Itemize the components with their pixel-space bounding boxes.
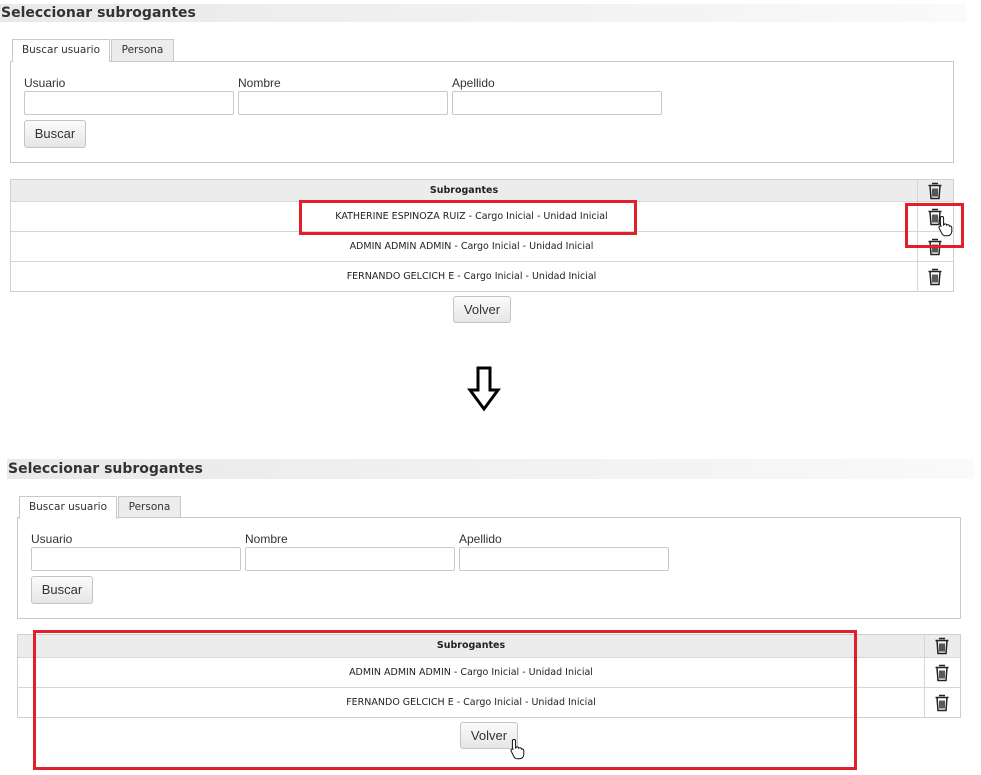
table-row: FERNANDO GELCICH E - Cargo Inicial - Uni… [18,688,960,718]
row-text: ADMIN ADMIN ADMIN - Cargo Inicial - Unid… [18,658,925,687]
nombre-input[interactable] [245,547,455,571]
trash-icon[interactable] [927,238,943,256]
trash-icon[interactable] [927,208,943,226]
tab-buscar-usuario[interactable]: Buscar usuario [12,39,110,62]
nombre-label: Nombre [245,532,288,546]
highlight-box [33,630,857,770]
trash-icon[interactable] [934,637,950,655]
buscar-button[interactable]: Buscar [31,576,93,604]
trash-icon[interactable] [934,694,950,712]
panel-title: Seleccionar subrogantes [0,4,966,22]
trash-icon[interactable] [927,268,943,286]
usuario-label: Usuario [31,532,73,546]
subrogantes-grid: Subrogantes KATHERINE ESPINOZA RUIZ - Ca… [10,179,954,292]
row-text: ADMIN ADMIN ADMIN - Cargo Inicial - Unid… [11,232,918,261]
trash-icon[interactable] [934,664,950,682]
usuario-label: Usuario [24,76,66,90]
arrow-down-icon [467,366,501,412]
panel-title: Seleccionar subrogantes [7,459,974,479]
table-row: FERNANDO GELCICH E - Cargo Inicial - Uni… [11,262,953,292]
apellido-label: Apellido [459,532,502,546]
nombre-label: Nombre [238,76,281,90]
tab-persona[interactable]: Persona [111,39,174,61]
tab-buscar-usuario[interactable]: Buscar usuario [19,496,117,519]
usuario-input[interactable] [31,547,241,571]
usuario-input[interactable] [24,91,234,115]
trash-icon[interactable] [927,182,943,200]
table-row: ADMIN ADMIN ADMIN - Cargo Inicial - Unid… [11,232,953,262]
row-text: KATHERINE ESPINOZA RUIZ - Cargo Inicial … [11,202,918,231]
subrogantes-grid: Subrogantes ADMIN ADMIN ADMIN - Cargo In… [17,634,961,718]
tab-persona[interactable]: Persona [118,496,181,518]
volver-button[interactable]: Volver [460,722,518,749]
search-form: Usuario Nombre Apellido Buscar [17,517,961,619]
nombre-input[interactable] [238,91,448,115]
buscar-button[interactable]: Buscar [24,120,86,148]
grid-header: Subrogantes [18,635,925,657]
row-text: FERNANDO GELCICH E - Cargo Inicial - Uni… [11,262,918,292]
table-row: ADMIN ADMIN ADMIN - Cargo Inicial - Unid… [18,658,960,688]
apellido-label: Apellido [452,76,495,90]
apellido-input[interactable] [452,91,662,115]
volver-button[interactable]: Volver [453,296,511,323]
top-panel: Seleccionar subrogantes Buscar usuario P… [0,0,981,330]
grid-header-row: Subrogantes [11,180,953,202]
grid-header: Subrogantes [11,180,918,201]
search-form: Usuario Nombre Apellido Buscar [10,61,954,163]
table-row: KATHERINE ESPINOZA RUIZ - Cargo Inicial … [11,202,953,232]
apellido-input[interactable] [459,547,669,571]
row-text: FERNANDO GELCICH E - Cargo Inicial - Uni… [18,688,925,718]
grid-header-row: Subrogantes [18,635,960,658]
hand-pointer-icon [510,738,525,760]
